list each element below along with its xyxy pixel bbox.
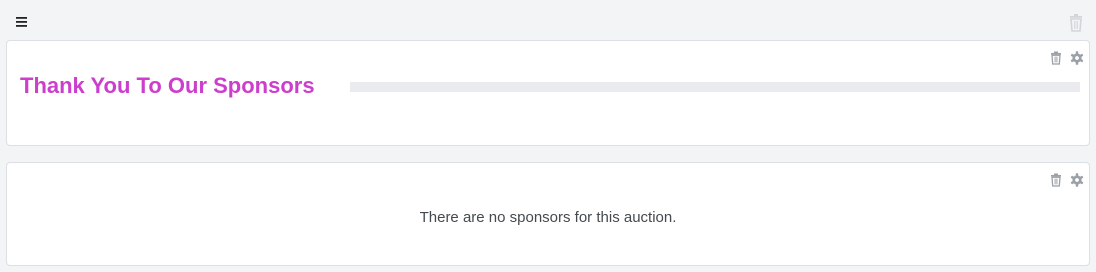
- divider-line: [350, 82, 1080, 92]
- page-title: Thank You To Our Sponsors: [20, 73, 315, 98]
- trash-icon[interactable]: [1050, 51, 1062, 65]
- gear-icon[interactable]: [1070, 51, 1084, 65]
- hamburger-menu-icon[interactable]: [12, 13, 32, 31]
- trash-icon[interactable]: [1050, 173, 1062, 187]
- gear-icon[interactable]: [1070, 173, 1084, 187]
- empty-state-message: There are no sponsors for this auction.: [419, 209, 677, 226]
- editor-toolbar: [0, 0, 1096, 40]
- sponsors-heading-block[interactable]: Thank You To Our Sponsors: [6, 40, 1090, 146]
- sponsors-list-block[interactable]: There are no sponsors for this auction.: [6, 162, 1090, 266]
- trash-icon[interactable]: [1067, 13, 1085, 33]
- block-actions: [1050, 50, 1084, 66]
- block-actions: [1050, 172, 1084, 188]
